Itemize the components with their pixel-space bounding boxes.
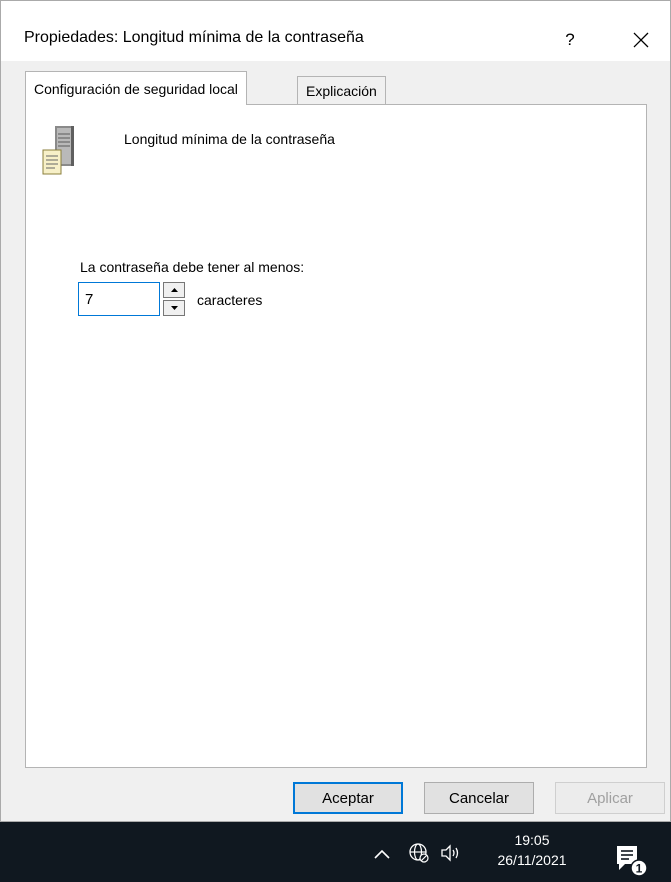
dialog-title: Propiedades: Longitud mínima de la contr… xyxy=(24,29,364,46)
policy-name: Longitud mínima de la contraseña xyxy=(124,131,335,147)
tab-local-security-settings[interactable]: Configuración de seguridad local xyxy=(25,71,247,105)
help-button[interactable]: ? xyxy=(541,19,599,61)
taskbar: 19:05 26/11/2021 1 xyxy=(0,822,671,882)
arrow-up-icon xyxy=(170,288,178,292)
close-icon xyxy=(633,32,649,48)
ok-button[interactable]: Aceptar xyxy=(293,782,403,814)
tab-explanation[interactable]: Explicación xyxy=(297,76,386,105)
tab-panel: Longitud mínima de la contraseña La cont… xyxy=(25,104,647,768)
title-bar[interactable]: Propiedades: Longitud mínima de la contr… xyxy=(1,1,670,61)
cancel-button[interactable]: Cancelar xyxy=(424,782,534,814)
network-icon[interactable] xyxy=(408,842,430,864)
server-policy-icon xyxy=(42,126,74,175)
min-length-prompt: La contraseña debe tener al menos: xyxy=(80,259,305,275)
unit-label: caracteres xyxy=(197,292,263,308)
close-button[interactable] xyxy=(612,19,670,61)
chevron-up-icon[interactable] xyxy=(372,846,392,862)
notification-icon[interactable]: 1 xyxy=(611,840,651,880)
notification-count: 1 xyxy=(636,862,643,876)
arrow-down-icon xyxy=(170,306,178,310)
min-length-input[interactable] xyxy=(78,282,160,316)
spin-down-button[interactable] xyxy=(163,300,185,316)
clock-time: 19:05 xyxy=(514,832,550,848)
spin-up-button[interactable] xyxy=(163,282,185,298)
properties-dialog: Propiedades: Longitud mínima de la contr… xyxy=(0,0,671,822)
clock[interactable]: 19:05 26/11/2021 xyxy=(486,830,578,870)
volume-icon[interactable] xyxy=(439,843,463,863)
apply-button[interactable]: Aplicar xyxy=(555,782,665,814)
clock-date: 26/11/2021 xyxy=(497,852,567,868)
min-length-stepper xyxy=(160,282,188,316)
